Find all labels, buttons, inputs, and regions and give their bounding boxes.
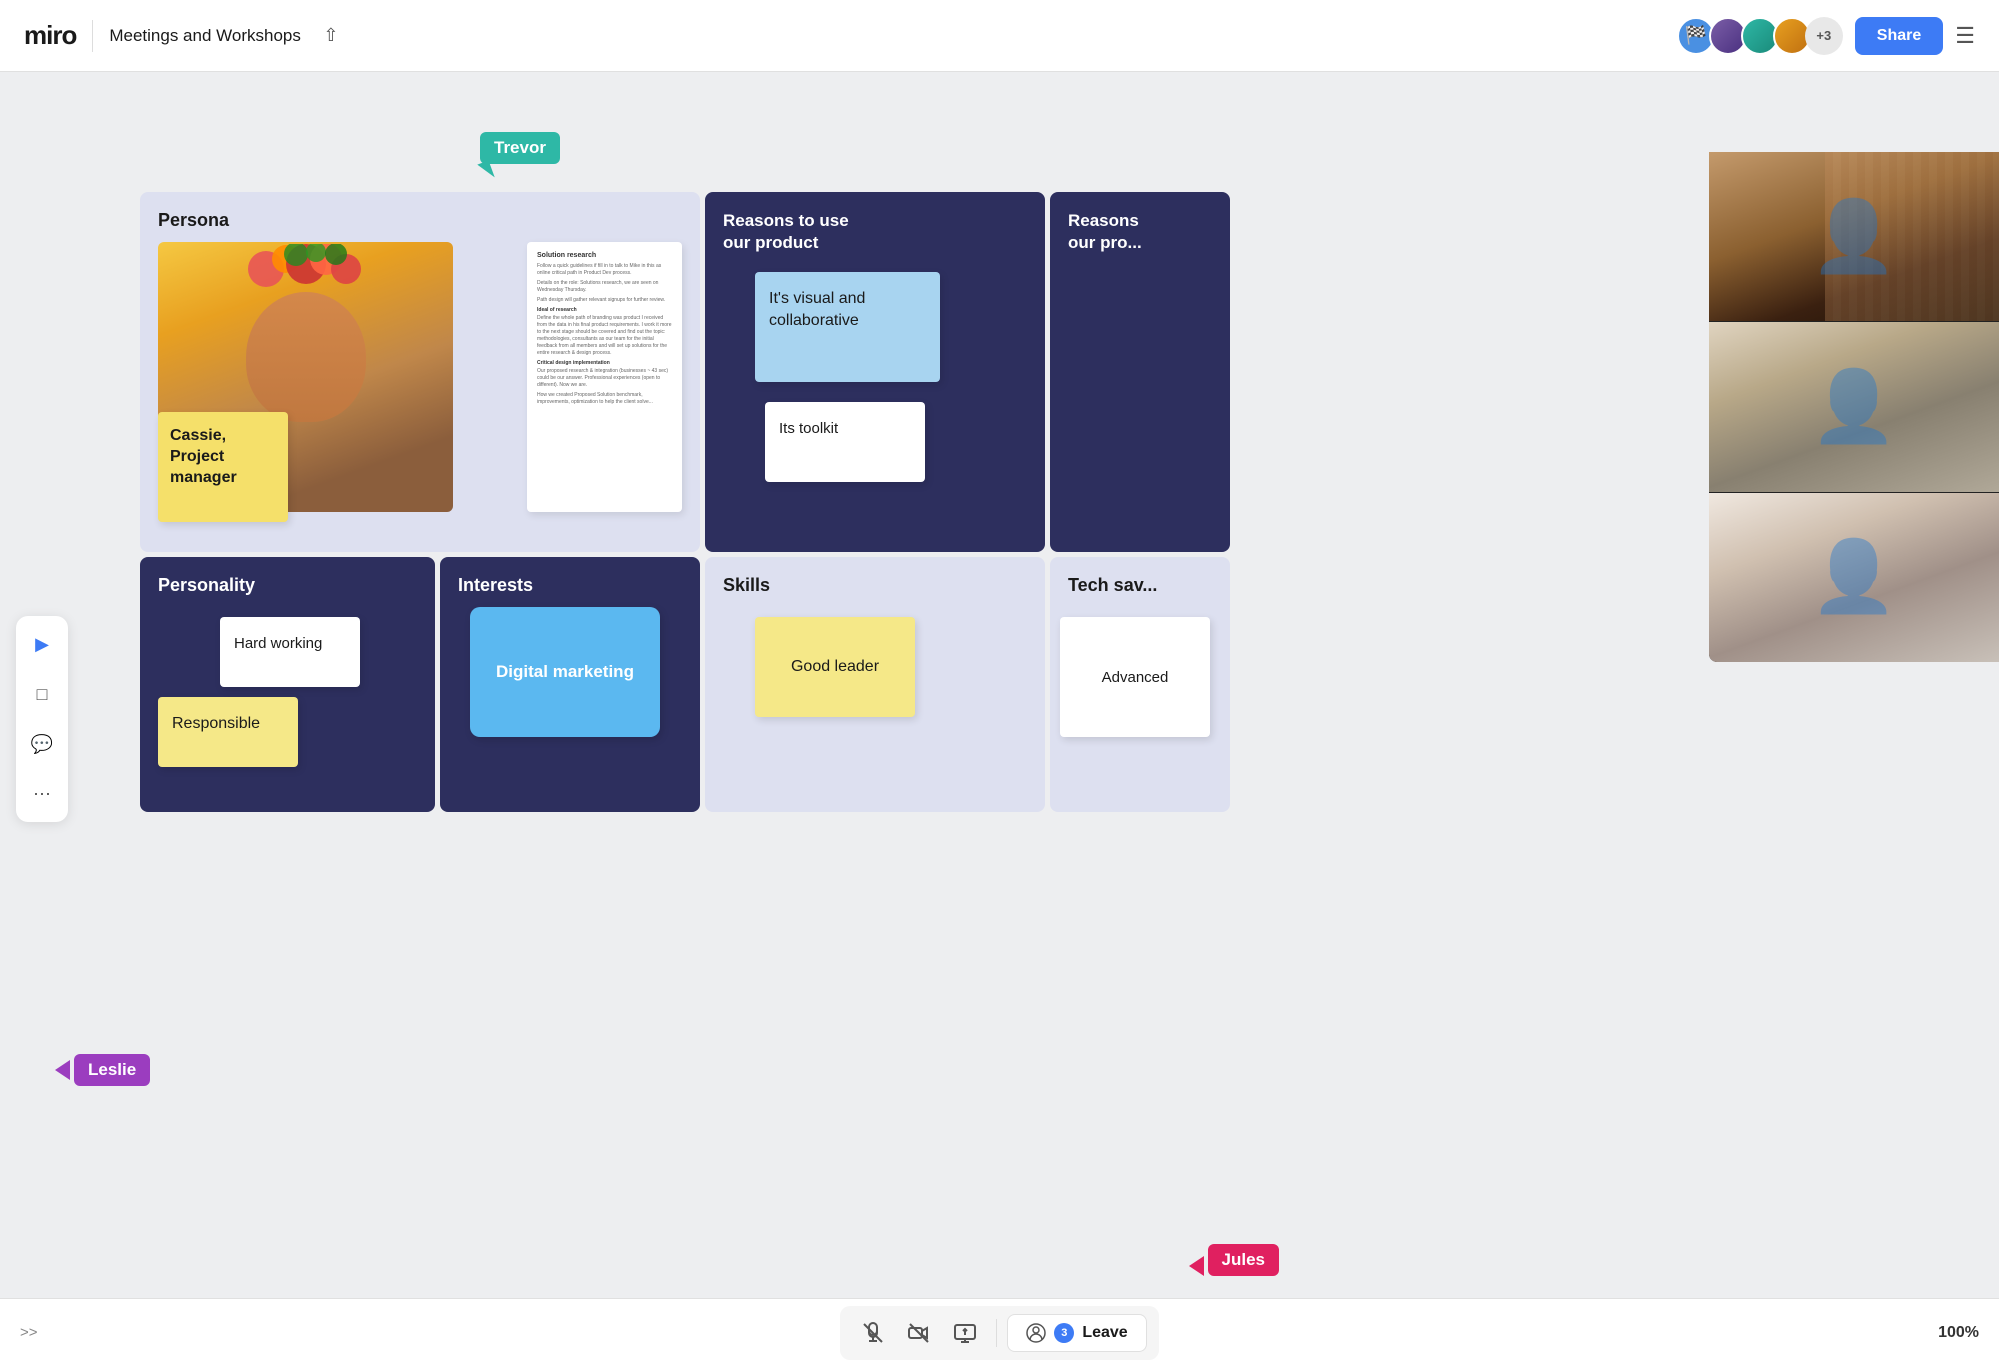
- avatar-group: 🏁 +3: [1677, 17, 1843, 55]
- tech-title: Tech sav...: [1068, 575, 1212, 596]
- leslie-cursor: Leslie: [55, 1054, 150, 1086]
- topbar-right: 🏁 +3 Share ☰: [1677, 17, 1975, 55]
- mute-button[interactable]: [852, 1312, 894, 1354]
- jules-cursor: Jules: [1189, 1244, 1279, 1276]
- reasons-section: Reasons to use our product It's visual a…: [705, 192, 1045, 552]
- menu-icon[interactable]: ☰: [1955, 23, 1975, 49]
- hard-working-sticky: Hard working: [220, 617, 360, 687]
- reasons2-title: Reasonsour pro...: [1068, 210, 1212, 254]
- reasons-section-2: Reasonsour pro...: [1050, 192, 1230, 552]
- interests-title: Interests: [458, 575, 682, 596]
- leave-button[interactable]: 3 Leave: [1007, 1314, 1146, 1352]
- video-button[interactable]: [898, 1312, 940, 1354]
- board-title: Meetings and Workshops: [109, 26, 301, 46]
- trevor-cursor: Trevor: [480, 132, 560, 180]
- skills-section: Skills Good leader: [705, 557, 1045, 812]
- doc-body-1: Follow a quick guidelines if fill in to …: [537, 263, 672, 277]
- video-panel: 👤 👤 👤: [1709, 152, 1999, 662]
- jules-cursor-arrow: [1189, 1256, 1204, 1276]
- leslie-cursor-arrow: [55, 1060, 70, 1080]
- more-users-badge[interactable]: +3: [1805, 17, 1843, 55]
- cursor-tool-icon[interactable]: ▶: [26, 628, 58, 660]
- canvas: ▶ □ 💬 ⋯ Persona: [0, 72, 1999, 1366]
- digital-marketing-card: Digital marketing: [470, 607, 660, 737]
- face: [246, 292, 366, 422]
- divider: [92, 20, 93, 52]
- doc-body-6: How we created Proposed Solution benchma…: [537, 392, 672, 406]
- doc-body-4: Define the whole path of branding was pr…: [537, 315, 672, 357]
- jules-name-tag: Jules: [1208, 1244, 1279, 1276]
- doc-body-3: Path design will gather relevant signups…: [537, 297, 672, 304]
- responsible-sticky: Responsible: [158, 697, 298, 767]
- doc-title: Solution research: [537, 252, 672, 259]
- comment-icon[interactable]: 💬: [26, 728, 58, 760]
- advanced-sticky: Advanced: [1060, 617, 1210, 737]
- persona-name-sticky: Cassie, Project manager: [158, 412, 288, 522]
- persona-title: Persona: [158, 210, 682, 231]
- upload-icon[interactable]: ⇧: [317, 22, 345, 50]
- visual-collaborative-sticky: It's visual and collaborative: [755, 272, 940, 382]
- doc-bold-2: Critical design implementation: [537, 360, 672, 366]
- media-controls: 3 Leave: [840, 1306, 1158, 1360]
- doc-body-5: Our proposed research & integration (bus…: [537, 368, 672, 389]
- document-card: Solution research Follow a quick guideli…: [527, 242, 682, 512]
- skills-title: Skills: [723, 575, 1027, 596]
- doc-bold-1: Ideal of research: [537, 307, 672, 313]
- participant-count-badge: 3: [1054, 1323, 1074, 1343]
- topbar: miro Meetings and Workshops ⇧ 🏁 +3 Share…: [0, 0, 1999, 72]
- toolkit-sticky: Its toolkit: [765, 402, 925, 482]
- reasons-title: Reasons to use our product: [723, 210, 1027, 254]
- trevor-name-tag: Trevor: [480, 132, 560, 164]
- miro-logo: miro: [24, 20, 76, 51]
- interests-section: Interests Digital marketing: [440, 557, 700, 812]
- tech-section: Tech sav... Advanced: [1050, 557, 1230, 812]
- zoom-level: 100%: [1938, 1324, 1979, 1342]
- screen-share-button[interactable]: [944, 1312, 986, 1354]
- doc-body-2: Details on the role: Solutions research,…: [537, 280, 672, 294]
- video-tile-3: 👤: [1709, 493, 1999, 662]
- personality-title: Personality: [158, 575, 417, 596]
- control-divider: [996, 1319, 997, 1347]
- leslie-name-tag: Leslie: [74, 1054, 150, 1086]
- video-tile-2: 👤: [1709, 322, 1999, 492]
- bottom-bar: >>: [0, 1298, 1999, 1366]
- good-leader-sticky: Good leader: [755, 617, 915, 717]
- more-tools-icon[interactable]: ⋯: [26, 778, 58, 810]
- share-button[interactable]: Share: [1855, 17, 1943, 55]
- left-sidebar: ▶ □ 💬 ⋯: [16, 616, 68, 822]
- personality-section: Personality Hard working Responsible: [140, 557, 435, 812]
- persona-section: Persona Cassie, Pro: [140, 192, 700, 552]
- video-tile-1: 👤: [1709, 152, 1999, 322]
- sticky-note-icon[interactable]: □: [26, 678, 58, 710]
- expand-button[interactable]: >>: [20, 1324, 38, 1341]
